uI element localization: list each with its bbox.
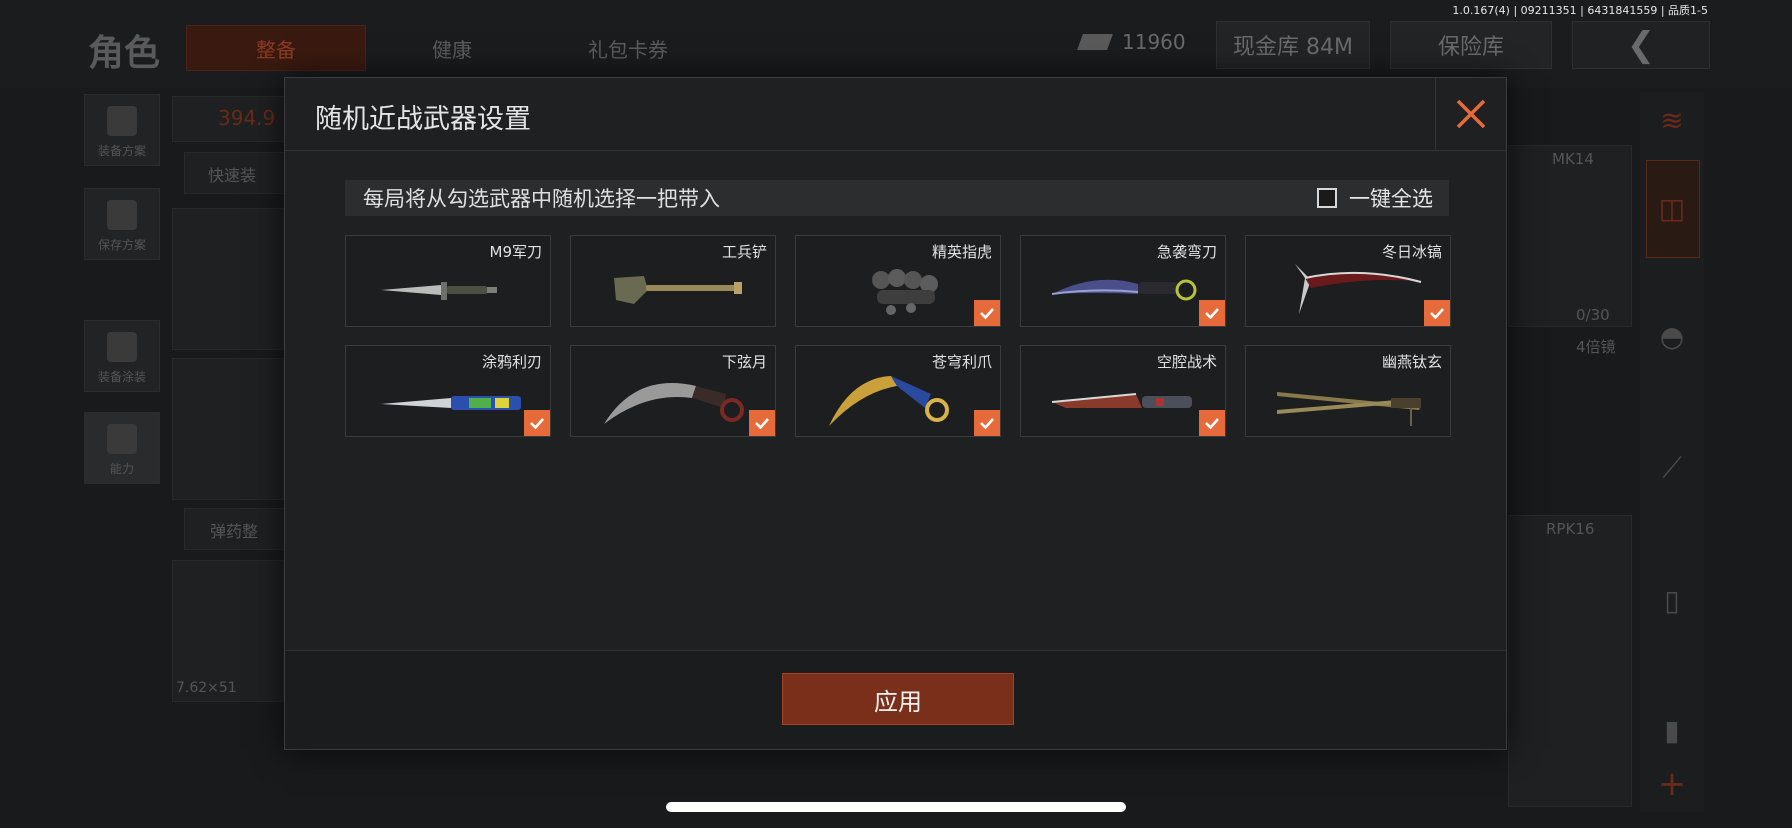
bg-ammo-caliber: 7.62×51	[176, 680, 237, 696]
bg-weapon-1-name: MK14	[1552, 150, 1594, 168]
checkbox-checked-icon[interactable]	[524, 410, 550, 436]
weapon-card[interactable]: 幽燕钛玄	[1245, 345, 1451, 437]
weapon-card[interactable]: M9军刀	[345, 235, 551, 327]
bg-page-title: 角色	[88, 33, 161, 74]
cash-icon	[1077, 34, 1113, 50]
bg-weapon-slot-1	[1508, 145, 1632, 327]
bg-currency-value: 11960	[1122, 30, 1186, 54]
bg-cash-vault-button: 现金库 84M	[1216, 21, 1370, 69]
version-info: 1.0.167(4) | 09211351 | 6431841559 | 品质1…	[1452, 4, 1708, 17]
modal-title: 随机近战武器设置	[315, 104, 531, 135]
weapon-image	[1051, 279, 1197, 301]
bg-tab-health: 健康	[432, 38, 472, 62]
weapon-card[interactable]: 冬日冰镐	[1245, 235, 1451, 327]
checkbox-checked-icon[interactable]	[974, 410, 1000, 436]
helmet-icon: ◓	[1659, 319, 1685, 353]
bg-side-loadout-plan: 装备方案	[84, 94, 160, 166]
weapon-card[interactable]: 下弦月	[570, 345, 776, 437]
bg-weight-value: 394.9	[218, 106, 276, 130]
layers-icon: ◫	[1658, 191, 1686, 225]
weapon-image	[614, 276, 742, 304]
close-icon	[1456, 99, 1486, 129]
weapon-image	[604, 383, 744, 424]
lightning-icon	[107, 424, 137, 454]
rifle-icon: ⟋	[1662, 451, 1682, 484]
select-all-label: 一键全选	[1349, 187, 1433, 211]
bg-ammo-count: 0/30	[1576, 306, 1610, 324]
random-melee-modal: 随机近战武器设置 每局将从勾选武器中随机选择一把带入 一键全选 M9军刀 工兵铲精…	[284, 77, 1507, 750]
bg-tab-loadout: 整备	[186, 25, 366, 71]
weapon-image	[381, 282, 497, 300]
weapon-image	[381, 396, 521, 410]
bg-weapon-2-name: RPK16	[1546, 520, 1595, 538]
bg-side-skin: 装备涂装	[84, 320, 160, 392]
select-all-checkbox[interactable]	[1317, 188, 1337, 208]
magazine-icon: ▯	[1664, 583, 1680, 617]
apply-button[interactable]: 应用	[782, 673, 1014, 725]
instruction-text: 每局将从勾选武器中随机选择一把带入	[363, 187, 720, 211]
home-indicator	[666, 802, 1126, 812]
weapon-card[interactable]: 急袭弯刀	[1020, 235, 1226, 327]
helmet-icon	[107, 332, 137, 362]
weapon-card[interactable]: 苍穹利爪	[795, 345, 1001, 437]
checkbox-checked-icon[interactable]	[1199, 410, 1225, 436]
bg-side-save-plan: 保存方案	[84, 188, 160, 260]
weapon-image	[829, 376, 949, 426]
bg-helmet-slot	[172, 208, 284, 350]
weapon-image	[1051, 393, 1192, 408]
bg-safe-button: 保险库	[1390, 21, 1552, 69]
modal-footer: 应用	[285, 650, 1506, 749]
modal-header: 随机近战武器设置	[285, 78, 1506, 151]
bg-ammo-sort-label: 弹药整	[210, 522, 259, 541]
close-button[interactable]	[1435, 78, 1506, 150]
download-icon	[107, 200, 137, 230]
checkbox-checked-icon[interactable]	[1424, 300, 1450, 326]
bg-scope-label: 4倍镜	[1576, 338, 1616, 356]
bg-weapon-slot-2	[1508, 515, 1632, 807]
weapon-card[interactable]: 空腔战术	[1020, 345, 1226, 437]
checkbox-checked-icon[interactable]	[749, 410, 775, 436]
weapon-card[interactable]: 涂鸦利刃	[345, 345, 551, 437]
weapon-card[interactable]: 精英指虎	[795, 235, 1001, 327]
instruction-bar: 每局将从勾选武器中随机选择一把带入 一键全选	[345, 180, 1449, 216]
select-all-toggle[interactable]: 一键全选	[1317, 183, 1433, 213]
bg-back-icon: ❮	[1572, 21, 1710, 69]
checkbox-checked-icon[interactable]	[974, 300, 1000, 326]
weapon-card[interactable]: 工兵铲	[570, 235, 776, 327]
bg-quick-equip-label: 快速装	[208, 166, 257, 185]
grenade-icon: ▮	[1664, 713, 1680, 747]
bg-currency: 11960	[1077, 30, 1186, 54]
weapon-image	[872, 269, 938, 315]
weapon-image	[1295, 264, 1422, 314]
bg-side-ability: 能力	[84, 412, 160, 484]
bg-armor-slot	[172, 358, 284, 500]
stack-icon: ≋	[1660, 103, 1684, 137]
vest-icon	[107, 106, 137, 136]
bg-tab-gift-coupons: 礼包卡券	[588, 38, 668, 62]
checkbox-checked-icon[interactable]	[1199, 300, 1225, 326]
weapon-image	[1277, 392, 1421, 426]
add-icon: +	[1657, 764, 1687, 804]
